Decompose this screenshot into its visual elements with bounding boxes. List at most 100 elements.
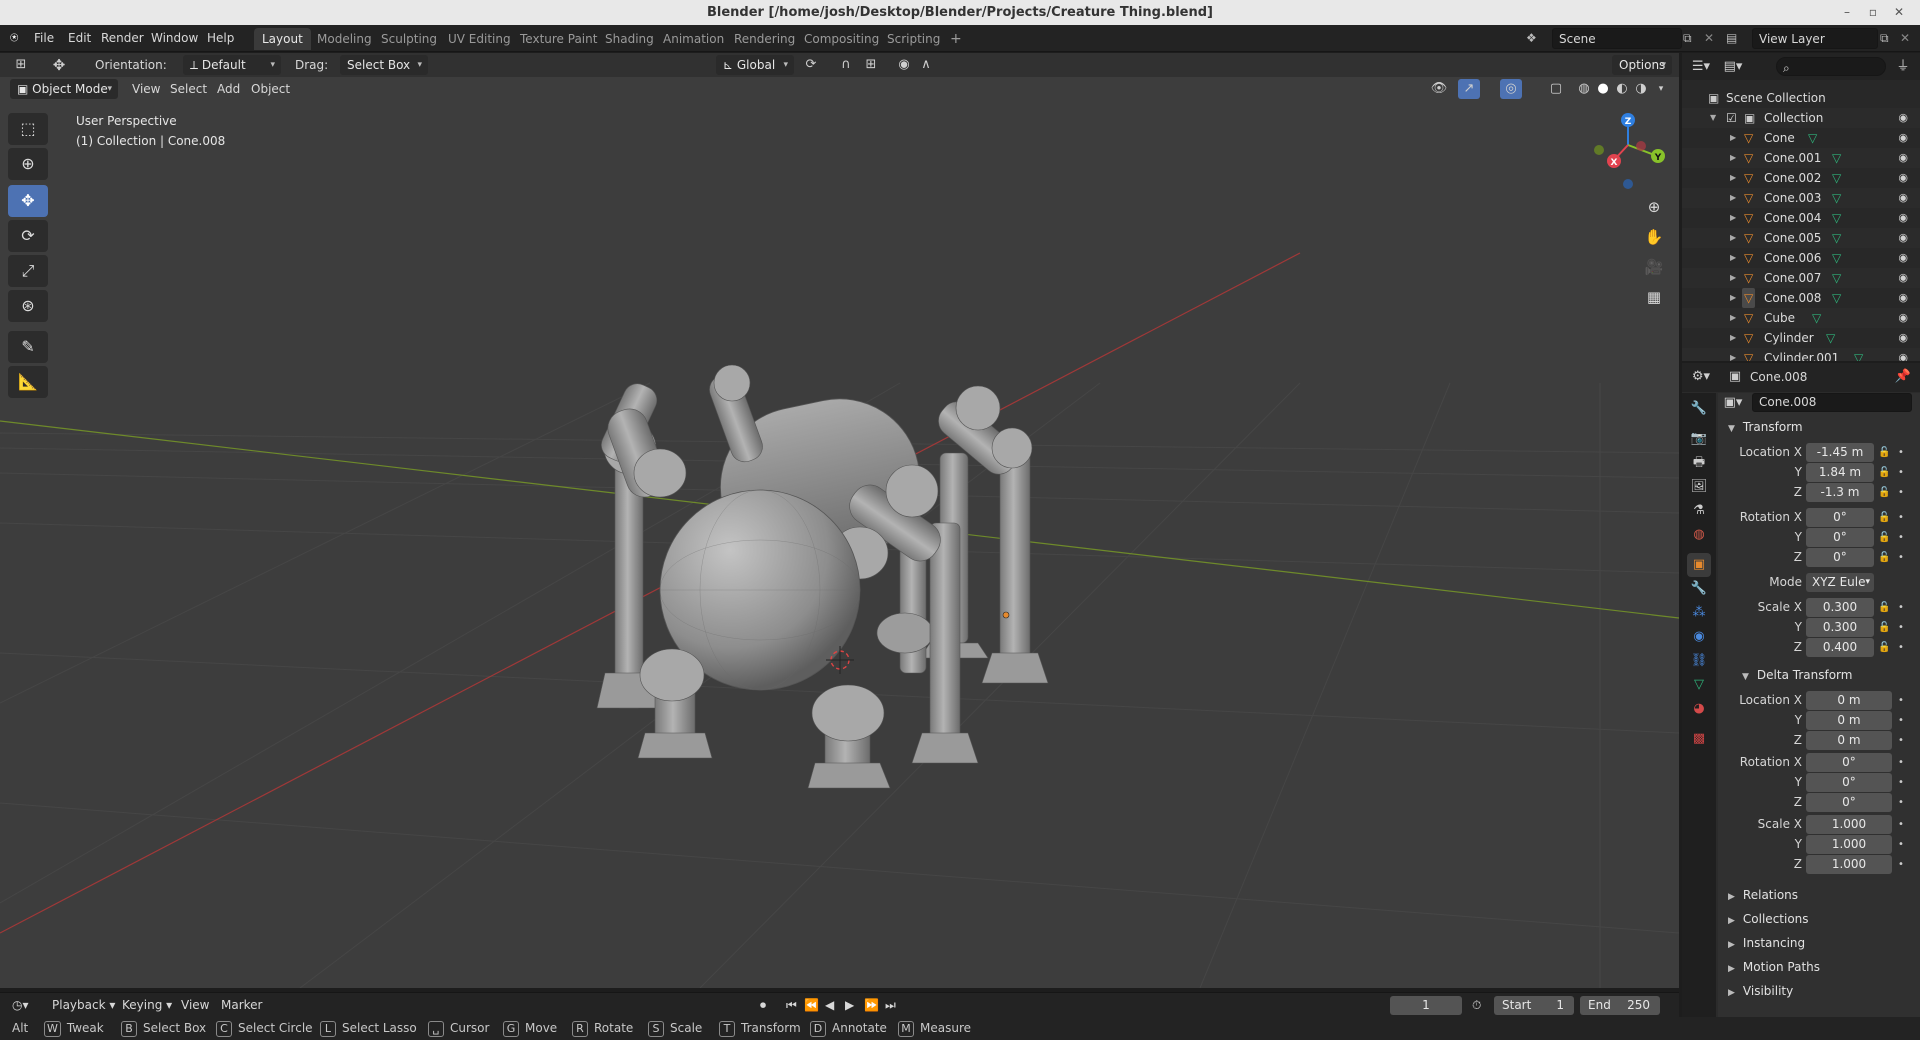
tab-sculpting[interactable]: Sculpting [373, 28, 445, 50]
eye-icon[interactable]: ◉ [1898, 328, 1908, 348]
blender-logo-icon[interactable]: ⍟ [10, 25, 18, 52]
keyframe-dot-icon[interactable]: • [1898, 691, 1904, 710]
minimize-button[interactable]: – [1834, 0, 1860, 25]
rotation-z-field[interactable]: 0° [1806, 548, 1874, 567]
shading-options-icon[interactable]: ▾ [1650, 79, 1672, 99]
tab-scripting[interactable]: Scripting [879, 28, 948, 50]
editor-type-icon[interactable]: ⊞ [10, 55, 32, 75]
material-tab-icon[interactable]: ◕ [1687, 697, 1711, 721]
output-tab-icon[interactable]: 🖶 [1687, 451, 1711, 475]
options-dropdown[interactable]: Options ▾ [1612, 55, 1672, 75]
delta-transform-header[interactable]: ▼ Delta Transform [1742, 665, 1852, 685]
eye-icon[interactable]: ◉ [1898, 188, 1908, 208]
measure-tool-icon[interactable]: 📐 [8, 366, 48, 398]
jump-end-icon[interactable]: ⏭ [885, 993, 896, 1018]
delta-location-x-field[interactable]: 0 m [1806, 691, 1892, 710]
keyframe-dot-icon[interactable]: • [1898, 508, 1904, 527]
location-z-field[interactable]: -1.3 m [1806, 483, 1874, 502]
texture-tab-icon[interactable]: ▩ [1687, 727, 1711, 751]
mesh-data-icon[interactable]: ▽ [1832, 288, 1841, 308]
expand-arrow-icon[interactable]: ▶ [1730, 228, 1736, 248]
prev-keyframe-icon[interactable]: ⏪ [804, 993, 819, 1018]
scale-tool-icon[interactable]: ⤢ [8, 255, 48, 287]
eye-icon[interactable]: ◉ [1898, 148, 1908, 168]
play-icon[interactable]: ▶ [845, 993, 854, 1018]
rotation-y-field[interactable]: 0° [1806, 528, 1874, 547]
data-tab-icon[interactable]: ▽ [1687, 673, 1711, 697]
tab-layout[interactable]: Layout [254, 28, 311, 50]
falloff-icon[interactable]: ∧ [915, 55, 937, 75]
tab-animation[interactable]: Animation [655, 28, 732, 50]
camera-view-icon[interactable]: 🎥 [1640, 253, 1668, 281]
snap-icon[interactable]: ∩ [835, 55, 857, 75]
expand-arrow-icon[interactable]: ▼ [1710, 108, 1716, 128]
relations-panel-header[interactable]: ▶ Relations [1728, 885, 1798, 905]
outliner-item-cone[interactable]: ▶ ▽ Cone ▽ ◉ [1682, 128, 1920, 148]
keying-menu[interactable]: Keying ▾ [122, 993, 172, 1018]
physics-tab-icon[interactable]: ◉ [1687, 625, 1711, 649]
motion-paths-panel-header[interactable]: ▶ Motion Paths [1728, 957, 1820, 977]
tab-shading[interactable]: Shading [597, 28, 662, 50]
outliner-search-input[interactable]: ⌕ [1776, 57, 1886, 76]
tab-rendering[interactable]: Rendering [726, 28, 803, 50]
delete-scene-icon[interactable]: ✕ [1704, 25, 1714, 52]
view-layer-field[interactable]: View Layer [1752, 28, 1878, 49]
lock-icon[interactable]: 🔓 [1878, 483, 1890, 502]
outliner-item-cone-007[interactable]: ▶ ▽ Cone.007 ▽ ◉ [1682, 268, 1920, 288]
keyframe-dot-icon[interactable]: • [1898, 483, 1904, 502]
navigation-gizmo[interactable]: Z Y X [1594, 113, 1665, 189]
cursor-tool-icon[interactable]: ⊕ [8, 148, 48, 180]
properties-editor-icon[interactable]: ⚙▾ [1690, 367, 1712, 387]
keyframe-dot-icon[interactable]: • [1898, 598, 1904, 617]
visibility-panel-header[interactable]: ▶ Visibility [1728, 981, 1793, 1001]
eye-icon[interactable]: ◉ [1898, 248, 1908, 268]
delta-rotation-z-field[interactable]: 0° [1806, 793, 1892, 812]
snap-target-icon[interactable]: ⊞ [860, 55, 882, 75]
rotation-x-field[interactable]: 0° [1806, 508, 1874, 527]
outliner-item-cone-006[interactable]: ▶ ▽ Cone.006 ▽ ◉ [1682, 248, 1920, 268]
checkbox-icon[interactable]: ☑ [1726, 108, 1737, 128]
menu-render[interactable]: Render [101, 25, 144, 52]
mesh-data-icon[interactable]: ▽ [1832, 168, 1841, 188]
view-menu[interactable]: View [132, 79, 160, 99]
delta-scale-z-field[interactable]: 1.000 [1806, 855, 1892, 874]
tab-uv-editing[interactable]: UV Editing [440, 28, 519, 50]
lock-icon[interactable]: 🔓 [1878, 528, 1890, 547]
mesh-data-icon[interactable]: ▽ [1832, 188, 1841, 208]
ortho-toggle-icon[interactable]: ▦ [1640, 283, 1668, 311]
eye-icon[interactable]: ◉ [1898, 308, 1908, 328]
keyframe-dot-icon[interactable]: • [1898, 731, 1904, 750]
playback-menu[interactable]: Playback ▾ [52, 993, 115, 1018]
expand-arrow-icon[interactable]: ▶ [1730, 308, 1736, 328]
lock-icon[interactable]: 🔓 [1878, 443, 1890, 462]
instancing-panel-header[interactable]: ▶ Instancing [1728, 933, 1805, 953]
keyframe-dot-icon[interactable]: • [1898, 548, 1904, 567]
start-frame-field[interactable]: Start 1 [1494, 996, 1574, 1015]
keyframe-dot-icon[interactable]: • [1898, 835, 1904, 854]
expand-arrow-icon[interactable]: ▶ [1730, 188, 1736, 208]
delta-scale-y-field[interactable]: 1.000 [1806, 835, 1892, 854]
outliner-editor-icon[interactable]: ☰▾ [1690, 57, 1712, 77]
tool-tab-icon[interactable]: 🔧 [1687, 397, 1711, 421]
scale-z-field[interactable]: 0.400 [1806, 638, 1874, 657]
expand-arrow-icon[interactable]: ▶ [1730, 248, 1736, 268]
transform-panel-header[interactable]: ▼ Transform [1728, 417, 1803, 437]
outliner-item-cube[interactable]: ▶ ▽ Cube ▽ ◉ [1682, 308, 1920, 328]
keyframe-dot-icon[interactable]: • [1898, 793, 1904, 812]
move-tool-icon[interactable]: ✥ [48, 55, 70, 75]
eye-icon[interactable]: ◉ [1898, 268, 1908, 288]
marker-menu[interactable]: Marker [221, 993, 262, 1018]
next-keyframe-icon[interactable]: ⏩ [864, 993, 879, 1018]
outliner-item-cone-002[interactable]: ▶ ▽ Cone.002 ▽ ◉ [1682, 168, 1920, 188]
keyframe-dot-icon[interactable]: • [1898, 638, 1904, 657]
keyframe-dot-icon[interactable]: • [1898, 753, 1904, 772]
keyframe-dot-icon[interactable]: • [1898, 855, 1904, 874]
overlay-toggle-icon[interactable]: ◎ [1500, 79, 1522, 99]
outliner-item-cone-005[interactable]: ▶ ▽ Cone.005 ▽ ◉ [1682, 228, 1920, 248]
pivot-point-icon[interactable]: ⟳ [800, 55, 822, 75]
rotate-tool-icon[interactable]: ⟳ [8, 220, 48, 252]
tab-modeling[interactable]: Modeling [309, 28, 380, 50]
record-icon[interactable]: ⏺ [760, 993, 766, 1018]
mesh-data-icon[interactable]: ▽ [1832, 148, 1841, 168]
menu-window[interactable]: Window [151, 25, 198, 52]
